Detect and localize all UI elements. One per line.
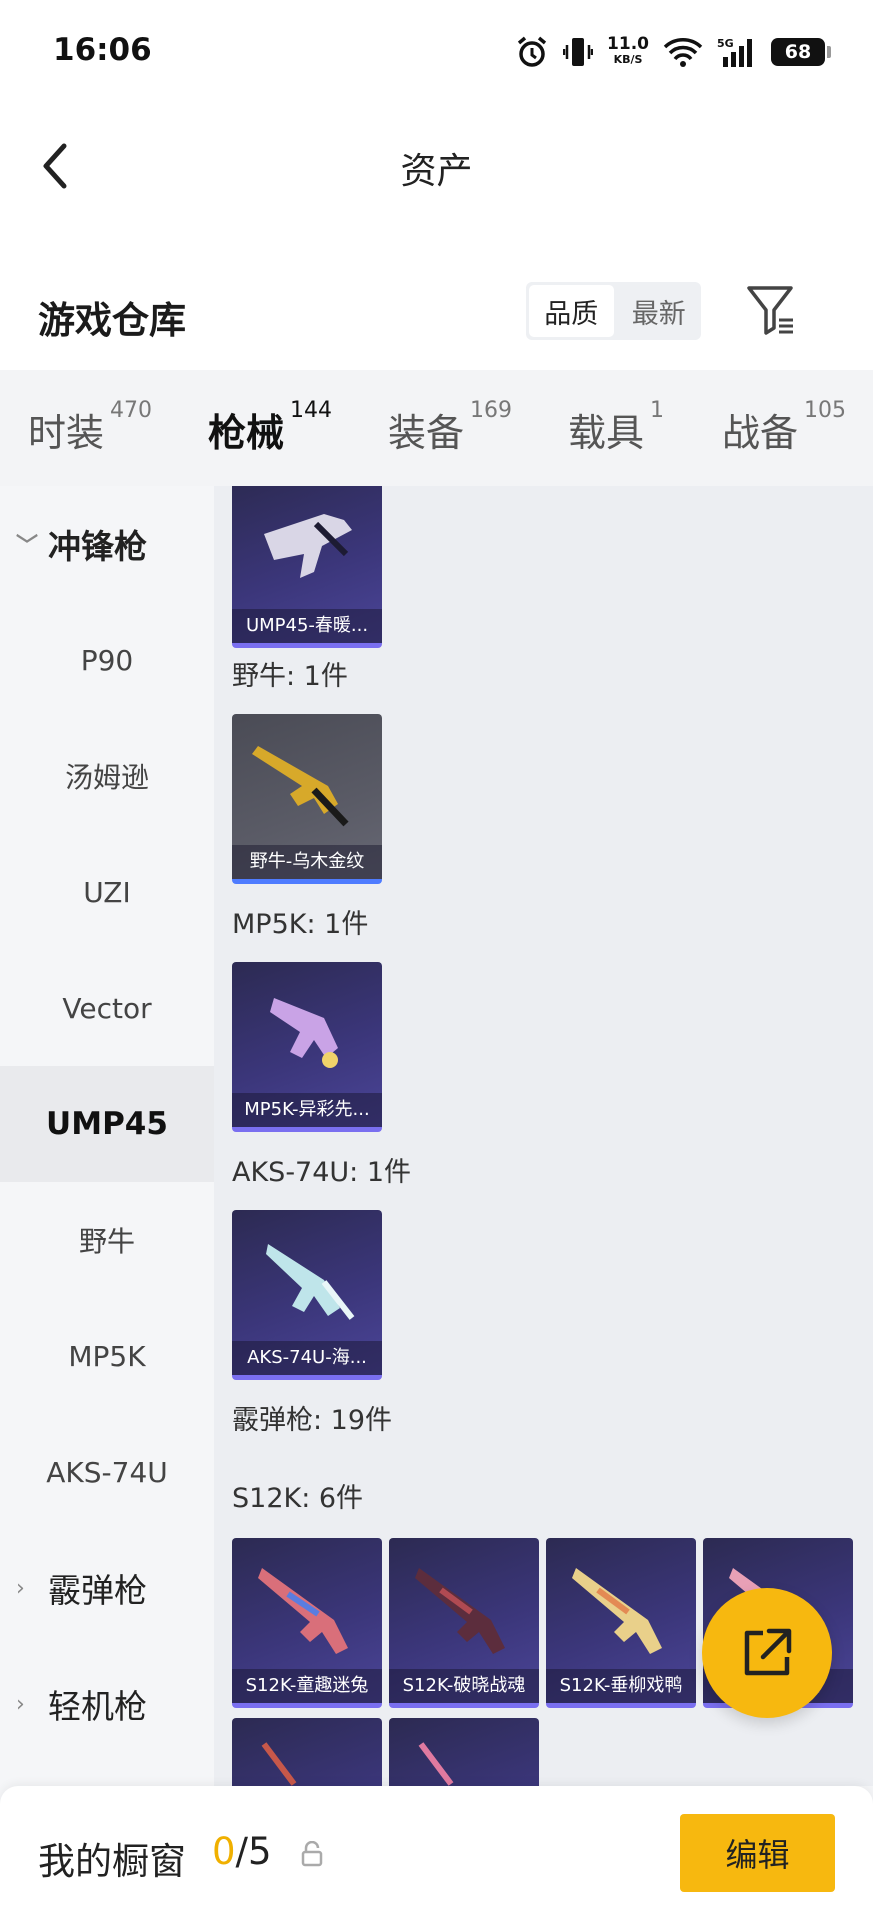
tab-count: 169: [470, 398, 513, 423]
skin-name: S12K-破晓战魂: [389, 1669, 539, 1703]
sidebar-item-vector[interactable]: Vector: [0, 950, 214, 1066]
showcase-count-total: /5: [235, 1830, 272, 1873]
svg-text:5G: 5G: [717, 37, 734, 50]
chevron-right-icon: ›: [16, 1691, 25, 1717]
sidebar-item-ump45[interactable]: UMP45: [0, 1066, 214, 1182]
share-icon: [744, 1628, 792, 1676]
network-speed: 11.0 KB/S: [607, 34, 649, 67]
vibrate-icon: [563, 38, 594, 66]
skin-card-aks74u[interactable]: AKS-74U-海...: [232, 1210, 382, 1380]
gun-image-icon: [266, 1244, 355, 1320]
warehouse-title: 游戏仓库: [38, 299, 186, 342]
sidebar-group-label: 轻机枪: [48, 1687, 147, 1726]
skin-name: S12K-垂柳戏鸭: [546, 1669, 696, 1703]
speed-value: 11.0: [607, 34, 649, 54]
tab-count: 1: [650, 398, 665, 423]
section-title-bizon: 野牛: 1件: [232, 661, 348, 692]
battery-icon: 68: [771, 38, 831, 66]
tab-count: 470: [110, 398, 153, 423]
showcase-count-current: 0: [212, 1830, 236, 1873]
skin-card-s12k[interactable]: S12K-垂柳戏鸭: [546, 1538, 696, 1708]
sidebar-item-uzi[interactable]: UZI: [0, 834, 214, 950]
sidebar-group-shotgun[interactable]: › 霰弹枪: [0, 1530, 214, 1646]
tab-label: 枪械: [208, 411, 285, 455]
alarm-icon: [517, 36, 547, 67]
weapon-sidebar: ﹀ 冲锋枪 P90 汤姆逊 UZI Vector UMP45 野牛 MP5K AK…: [0, 486, 214, 1786]
skin-name: AKS-74U-海...: [232, 1341, 382, 1375]
section-title-s12k: S12K: 6件: [232, 1483, 364, 1514]
filter-icon[interactable]: [746, 284, 796, 336]
sidebar-group-label: 冲锋枪: [48, 527, 147, 566]
skin-name: UMP45-春暖...: [232, 609, 382, 643]
skin-card-bizon[interactable]: 野牛-乌木金纹: [232, 714, 382, 884]
skin-card-s12k[interactable]: S12K-破晓战魂: [389, 1538, 539, 1708]
sidebar-group-smg[interactable]: ﹀ 冲锋枪: [0, 486, 214, 602]
skin-card-s12k[interactable]: [232, 1718, 382, 1786]
category-tabs: 时装470 枪械144 装备169 载具1 战备105: [0, 370, 873, 497]
chevron-down-icon: ﹀: [16, 534, 39, 559]
tab-label: 战备: [722, 411, 799, 455]
showcase-count: 0/5: [212, 1830, 272, 1873]
status-time: 16:06: [53, 32, 152, 68]
signal-5g-icon: 5G: [717, 37, 752, 67]
status-icons: 11.0 KB/S 5G 68: [515, 30, 831, 74]
tab-supplies[interactable]: 战备105: [722, 398, 846, 457]
sidebar-group-lmg[interactable]: › 轻机枪: [0, 1646, 214, 1762]
showcase-label: 我的橱窗: [38, 1840, 186, 1883]
tab-vehicles[interactable]: 载具1: [568, 398, 664, 457]
tab-label: 时装: [28, 411, 105, 455]
status-bar: 16:06 11.0 KB/S 5G 68: [0, 0, 873, 104]
page-title: 资产: [400, 151, 473, 192]
gun-image-icon: [572, 1568, 662, 1654]
skin-card-ump45[interactable]: UMP45-春暖...: [232, 486, 382, 648]
tab-count: 105: [804, 398, 847, 423]
sidebar-item-aks74u[interactable]: AKS-74U: [0, 1414, 214, 1530]
sidebar-group-label: 霰弹枪: [48, 1571, 147, 1610]
gun-image-icon: [252, 746, 349, 827]
section-title-mp5k: MP5K: 1件: [232, 909, 369, 940]
section-title-aks74u: AKS-74U: 1件: [232, 1157, 412, 1188]
sidebar-item-p90[interactable]: P90: [0, 602, 214, 718]
skin-name: 野牛-乌木金纹: [232, 845, 382, 879]
sort-quality-button[interactable]: 品质: [529, 285, 614, 337]
tab-label: 装备: [388, 411, 465, 455]
sidebar-item-mp5k[interactable]: MP5K: [0, 1298, 214, 1414]
skin-card-mp5k[interactable]: MP5K-异彩先...: [232, 962, 382, 1132]
lock-icon: [301, 1841, 323, 1867]
tab-guns[interactable]: 枪械144: [208, 398, 332, 497]
skin-card-s12k[interactable]: [389, 1718, 539, 1786]
edit-button[interactable]: 编辑: [680, 1814, 835, 1892]
sort-toggle: 品质 最新: [526, 282, 701, 340]
tab-fashion[interactable]: 时装470: [28, 398, 152, 457]
skin-card-s12k[interactable]: S12K-童趣迷兔: [232, 1538, 382, 1708]
sort-newest-button[interactable]: 最新: [617, 282, 702, 340]
section-title-shotgun: 霰弹枪: 19件: [232, 1405, 393, 1436]
skin-name: S12K-童趣迷兔: [232, 1669, 382, 1703]
speed-unit: KB/S: [613, 53, 643, 66]
tab-equipment[interactable]: 装备169: [388, 398, 512, 457]
gun-image-icon: [258, 1568, 348, 1654]
sidebar-item-bizon[interactable]: 野牛: [0, 1182, 214, 1298]
gun-image-icon: [418, 1742, 454, 1786]
gun-image-icon: [261, 1742, 297, 1786]
tab-count: 144: [290, 398, 333, 423]
share-button[interactable]: [702, 1588, 832, 1718]
sidebar-item-thompson[interactable]: 汤姆逊: [0, 718, 214, 834]
skin-name: MP5K-异彩先...: [232, 1093, 382, 1127]
wifi-icon: [663, 38, 703, 67]
tab-label: 载具: [568, 411, 645, 455]
gun-image-icon: [264, 514, 352, 578]
gun-image-icon: [270, 998, 338, 1068]
gun-image-icon: [415, 1568, 505, 1654]
top-header: 资产: [0, 104, 873, 224]
chevron-right-icon: ›: [16, 1575, 25, 1601]
warehouse-bar: 游戏仓库 品质 最新: [0, 224, 873, 370]
showcase-bar: 我的橱窗 0/5 编辑: [0, 1786, 873, 1920]
